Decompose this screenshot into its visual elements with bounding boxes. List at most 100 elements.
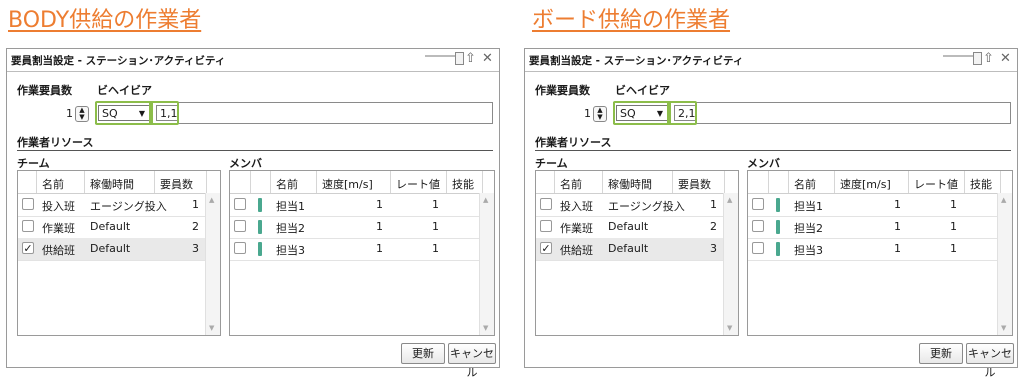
- highlight-frame-select: [95, 101, 153, 125]
- team-grid: 名前 稼働時間 要員数 投入班 エージング投入 1 作業班 Default 2: [535, 170, 739, 336]
- team-checkbox[interactable]: ✓: [22, 242, 34, 254]
- member-row[interactable]: 担当2 1 1: [748, 216, 1012, 239]
- team-count: 3: [710, 242, 717, 255]
- team-name: 作業班: [42, 222, 75, 235]
- team-header-name: 名前: [42, 178, 64, 191]
- team-row[interactable]: 投入班 エージング投入 1: [536, 194, 738, 217]
- team-header-time: 稼働時間: [608, 178, 652, 191]
- team-row[interactable]: 作業班 Default 2: [536, 216, 738, 239]
- member-speed: 1: [894, 242, 901, 255]
- member-header-skill: 技能: [970, 178, 992, 191]
- team-header-name: 名前: [560, 178, 582, 191]
- opacity-slider-track[interactable]: [425, 55, 459, 57]
- member-rate: 1: [432, 220, 439, 233]
- team-name: 投入班: [560, 200, 593, 213]
- highlight-frame-select: [613, 101, 671, 125]
- scroll-down-icon[interactable]: ▼: [209, 324, 214, 332]
- member-rate: 1: [432, 242, 439, 255]
- title-bar: 要員割当設定 - ステーション･アクティビティ ⇧ ✕: [7, 49, 499, 72]
- update-button[interactable]: 更新: [401, 343, 445, 364]
- pin-up-icon[interactable]: ⇧: [983, 51, 994, 66]
- staff-count-label: 作業要員数: [535, 84, 590, 97]
- team-checkbox[interactable]: ✓: [540, 242, 552, 254]
- member-grid: 名前 速度[m/s] レート値 技能 担当1 1 1 担当2 1 1 担当3 1…: [747, 170, 1013, 336]
- opacity-slider-track[interactable]: [943, 55, 977, 57]
- member-checkbox[interactable]: [234, 242, 246, 254]
- opacity-slider-thumb[interactable]: [455, 52, 464, 65]
- member-grid: 名前 速度[m/s] レート値 技能 担当1 1 1 担当2 1 1 担当3 1…: [229, 170, 495, 336]
- staff-count-value: 1: [66, 107, 73, 120]
- team-row[interactable]: ✓ 供給班 Default 3: [18, 238, 220, 261]
- member-grid-header: 名前 速度[m/s] レート値 技能: [748, 171, 1012, 194]
- team-label: チーム: [17, 157, 50, 170]
- team-checkbox[interactable]: [540, 220, 552, 232]
- member-checkbox[interactable]: [752, 242, 764, 254]
- team-scrollbar[interactable]: ▲ ▼: [723, 193, 738, 335]
- member-speed: 1: [894, 220, 901, 233]
- member-row[interactable]: 担当3 1 1: [230, 238, 494, 261]
- team-name: 供給班: [560, 244, 593, 257]
- member-row[interactable]: 担当2 1 1: [230, 216, 494, 239]
- member-name: 担当3: [794, 244, 823, 257]
- team-checkbox[interactable]: [540, 198, 552, 210]
- cancel-button[interactable]: キャンセル: [448, 343, 496, 379]
- team-header-time: 稼働時間: [90, 178, 134, 191]
- team-time: Default: [90, 242, 131, 255]
- team-checkbox[interactable]: [22, 198, 34, 210]
- member-rate: 1: [950, 220, 957, 233]
- member-speed: 1: [376, 220, 383, 233]
- team-grid-header: 名前 稼働時間 要員数: [18, 171, 220, 194]
- team-scrollbar[interactable]: ▲ ▼: [205, 193, 220, 335]
- member-name: 担当2: [794, 222, 823, 235]
- dialog-title: 要員割当設定 - ステーション･アクティビティ: [11, 55, 226, 67]
- member-row[interactable]: 担当1 1 1: [230, 194, 494, 217]
- info-icon: [776, 220, 780, 234]
- staff-count-stepper[interactable]: 1 ▲ ▼: [21, 105, 91, 123]
- highlight-frame-value: [149, 101, 179, 125]
- member-scrollbar[interactable]: ▲ ▼: [479, 193, 494, 335]
- team-checkbox[interactable]: [22, 220, 34, 232]
- team-time: Default: [90, 220, 131, 233]
- member-checkbox[interactable]: [752, 220, 764, 232]
- member-checkbox[interactable]: [234, 220, 246, 232]
- scroll-up-icon[interactable]: ▲: [1001, 196, 1006, 204]
- member-header-rate: レート値: [914, 178, 958, 191]
- close-icon[interactable]: ✕: [1000, 51, 1011, 66]
- scroll-down-icon[interactable]: ▼: [483, 324, 488, 332]
- member-checkbox[interactable]: [234, 198, 246, 210]
- member-row[interactable]: 担当3 1 1: [748, 238, 1012, 261]
- caption-right: ボード供給の作業者: [532, 8, 731, 33]
- staff-count-label: 作業要員数: [17, 84, 72, 97]
- member-rate: 1: [432, 198, 439, 211]
- scroll-down-icon[interactable]: ▼: [727, 324, 732, 332]
- worker-resource-label: 作業者リソース: [17, 136, 94, 149]
- spinner-icon[interactable]: ▲ ▼: [593, 106, 607, 122]
- close-icon[interactable]: ✕: [482, 51, 493, 66]
- staff-assignment-dialog: 要員割当設定 - ステーション･アクティビティ ⇧ ✕ 作業要員数 ビヘイビア 1…: [524, 48, 1018, 379]
- cancel-button[interactable]: キャンセル: [966, 343, 1014, 379]
- staff-count-stepper[interactable]: 1 ▲ ▼: [539, 105, 609, 123]
- team-row[interactable]: 投入班 エージング投入 1: [18, 194, 220, 217]
- member-header-speed: 速度[m/s]: [840, 178, 891, 191]
- title-bar: 要員割当設定 - ステーション･アクティビティ ⇧ ✕: [525, 49, 1017, 72]
- update-button[interactable]: 更新: [919, 343, 963, 364]
- info-icon: [776, 242, 780, 256]
- scroll-up-icon[interactable]: ▲: [483, 196, 488, 204]
- scroll-up-icon[interactable]: ▲: [727, 196, 732, 204]
- member-label: メンバ: [229, 157, 262, 170]
- pin-up-icon[interactable]: ⇧: [465, 51, 476, 66]
- scroll-down-icon[interactable]: ▼: [1001, 324, 1006, 332]
- member-scrollbar[interactable]: ▲ ▼: [997, 193, 1012, 335]
- team-row[interactable]: 作業班 Default 2: [18, 216, 220, 239]
- member-row[interactable]: 担当1 1 1: [748, 194, 1012, 217]
- team-row[interactable]: ✓ 供給班 Default 3: [536, 238, 738, 261]
- member-checkbox[interactable]: [752, 198, 764, 210]
- worker-resource-label: 作業者リソース: [535, 136, 612, 149]
- scroll-up-icon[interactable]: ▲: [209, 196, 214, 204]
- behavior-label: ビヘイビア: [97, 84, 152, 97]
- spinner-icon[interactable]: ▲ ▼: [75, 106, 89, 122]
- member-header-rate: レート値: [396, 178, 440, 191]
- team-time: エージング投入: [608, 200, 685, 213]
- team-header-count: 要員数: [160, 178, 193, 191]
- opacity-slider-thumb[interactable]: [973, 52, 982, 65]
